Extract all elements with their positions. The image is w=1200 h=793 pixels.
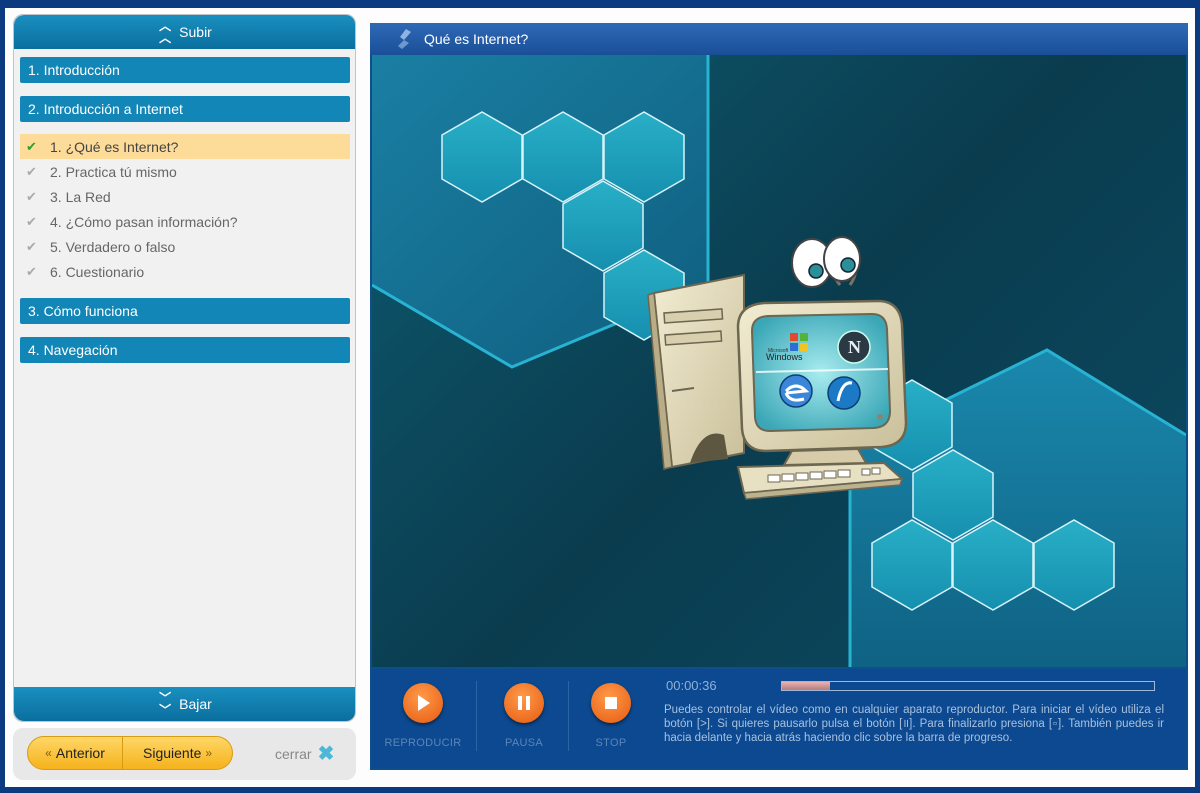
- course-index-panel: ︿ ︿ Subir 1. Introducción 2. Introducción…: [13, 14, 356, 722]
- double-chevron-left-icon: «: [45, 746, 52, 760]
- scroll-up-label: Subir: [179, 24, 212, 40]
- pause-icon: [518, 696, 530, 710]
- elapsed-time: 00:00:36: [666, 678, 717, 693]
- play-control[interactable]: REPRODUCIR: [376, 683, 470, 749]
- lesson-item-la-red[interactable]: ✔ 3. La Red: [20, 184, 350, 209]
- player-help-text: Puedes controlar el vídeo como en cualqu…: [664, 704, 1164, 744]
- navigation-bar: « Anterior Siguiente » cerrar ✖: [13, 728, 356, 780]
- lesson-label: 5. Verdadero o falso: [50, 238, 176, 255]
- lesson-label: 2. Practica tú mismo: [50, 163, 177, 180]
- section-label: 1. Introducción: [28, 62, 120, 78]
- double-chevron-right-icon: »: [205, 746, 213, 760]
- next-button[interactable]: Siguiente »: [123, 737, 232, 769]
- netscape-letter: N: [848, 337, 861, 357]
- video-screen[interactable]: Microsoft Windows N: [372, 55, 1186, 667]
- previous-label: Anterior: [55, 745, 105, 761]
- scroll-down-label: Bajar: [179, 696, 212, 712]
- video-title: Qué es Internet?: [424, 31, 529, 47]
- pause-button[interactable]: [504, 683, 544, 723]
- stop-button[interactable]: [591, 683, 631, 723]
- next-label: Siguiente: [143, 745, 202, 761]
- lesson-label: 3. La Red: [50, 188, 111, 205]
- play-label: REPRODUCIR: [384, 737, 462, 749]
- check-icon: ✔: [26, 188, 37, 204]
- play-icon: [418, 695, 430, 711]
- video-icon: [398, 29, 411, 49]
- lesson-item-que-es-internet[interactable]: ✔ 1. ¿Qué es Internet?: [20, 134, 350, 159]
- lesson-label: 6. Cuestionario: [50, 263, 145, 280]
- section-introduccion[interactable]: 1. Introducción: [20, 57, 350, 83]
- progress-bar[interactable]: [781, 681, 1155, 691]
- progress-fill: [782, 682, 831, 690]
- scroll-down-button[interactable]: ﹀ ﹀ Bajar: [14, 687, 355, 721]
- check-icon: ✔: [26, 213, 37, 229]
- section-introduccion-internet[interactable]: 2. Introducción a Internet: [20, 96, 350, 122]
- check-icon: ✔: [26, 263, 37, 279]
- stop-control[interactable]: STOP: [564, 683, 658, 749]
- section-como-funciona[interactable]: 3. Cómo funciona: [20, 298, 350, 324]
- play-button[interactable]: [403, 683, 443, 723]
- section-label: 2. Introducción a Internet: [28, 101, 183, 117]
- close-icon: ✖: [317, 743, 335, 765]
- check-icon: ✔: [26, 163, 37, 179]
- close-label: cerrar: [275, 746, 312, 762]
- check-icon: ✔: [26, 238, 37, 254]
- scroll-up-button[interactable]: ︿ ︿ Subir: [14, 15, 355, 49]
- lesson-item-practica[interactable]: ✔ 2. Practica tú mismo: [20, 159, 350, 184]
- lesson-item-cuestionario[interactable]: ✔ 6. Cuestionario: [20, 259, 350, 284]
- stop-icon: [605, 697, 617, 709]
- chevron-down-icon: ﹀ ﹀: [159, 691, 172, 717]
- course-sidebar: ︿ ︿ Subir 1. Introducción 2. Introducción…: [13, 14, 356, 780]
- player-controls: REPRODUCIR PAUSA STOP 00:00:36 Puedes co…: [372, 669, 1186, 768]
- prev-next-group: « Anterior Siguiente »: [27, 736, 233, 770]
- section-navegacion[interactable]: 4. Navegación: [20, 337, 350, 363]
- previous-button[interactable]: « Anterior: [28, 737, 124, 769]
- pause-label: PAUSA: [505, 737, 543, 749]
- chevron-up-icon: ︿ ︿: [159, 19, 172, 45]
- pause-control[interactable]: PAUSA: [477, 683, 571, 749]
- section-label: 3. Cómo funciona: [28, 303, 138, 319]
- stop-label: STOP: [595, 737, 627, 749]
- windows-label-text: Windows: [766, 352, 803, 362]
- close-button[interactable]: cerrar ✖: [275, 742, 334, 766]
- lesson-item-verdadero-falso[interactable]: ✔ 5. Verdadero o falso: [20, 234, 350, 259]
- section-label: 4. Navegación: [28, 342, 118, 358]
- lesson-label: 4. ¿Cómo pasan información?: [50, 213, 238, 230]
- player-header: Qué es Internet?: [370, 23, 1188, 55]
- lesson-item-como-pasan[interactable]: ✔ 4. ¿Cómo pasan información?: [20, 209, 350, 234]
- lesson-label: 1. ¿Qué es Internet?: [50, 138, 179, 155]
- video-frame-illustration: Microsoft Windows N: [372, 55, 1186, 667]
- check-icon: ✔: [26, 138, 37, 154]
- video-player: Qué es Internet? Microsoft Windows N REP…: [370, 23, 1188, 770]
